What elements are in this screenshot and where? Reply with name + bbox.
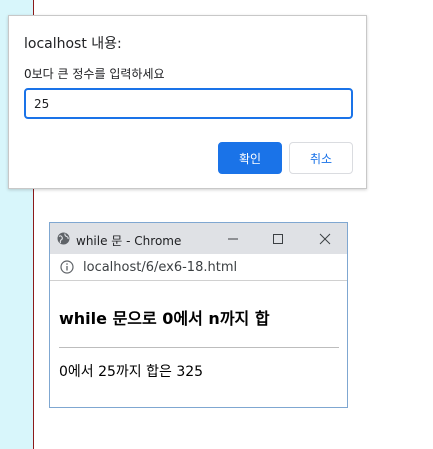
divider: [59, 347, 339, 348]
dialog-message: 0보다 큰 정수를 입력하세요: [24, 67, 165, 81]
window-title: while 문 - Chrome: [76, 234, 182, 248]
maximize-icon[interactable]: [268, 229, 288, 249]
screen: localhost 내용: 0보다 큰 정수를 입력하세요 확인 취소 whil…: [0, 0, 433, 449]
page-heading: while 문으로 0에서 n까지 합: [59, 309, 270, 328]
result-text: 0에서 25까지 합은 325: [59, 364, 204, 380]
page-content: while 문으로 0에서 n까지 합 0에서 25까지 합은 325: [50, 281, 347, 407]
globe-icon: [57, 232, 70, 245]
cancel-button[interactable]: 취소: [289, 142, 353, 174]
minimize-icon[interactable]: [223, 229, 243, 249]
address-bar[interactable]: localhost/6/ex6-18.html: [50, 254, 347, 281]
prompt-dialog: localhost 내용: 0보다 큰 정수를 입력하세요 확인 취소: [8, 15, 367, 189]
browser-window: while 문 - Chrome localhost/6/ex6-18.html…: [49, 222, 348, 408]
ok-button[interactable]: 확인: [218, 142, 282, 174]
dialog-title: localhost 내용:: [24, 36, 122, 52]
info-icon[interactable]: [60, 260, 74, 274]
close-icon[interactable]: [315, 229, 335, 249]
prompt-input[interactable]: [24, 88, 353, 119]
window-titlebar[interactable]: while 문 - Chrome: [50, 223, 347, 254]
url-text[interactable]: localhost/6/ex6-18.html: [83, 260, 237, 275]
